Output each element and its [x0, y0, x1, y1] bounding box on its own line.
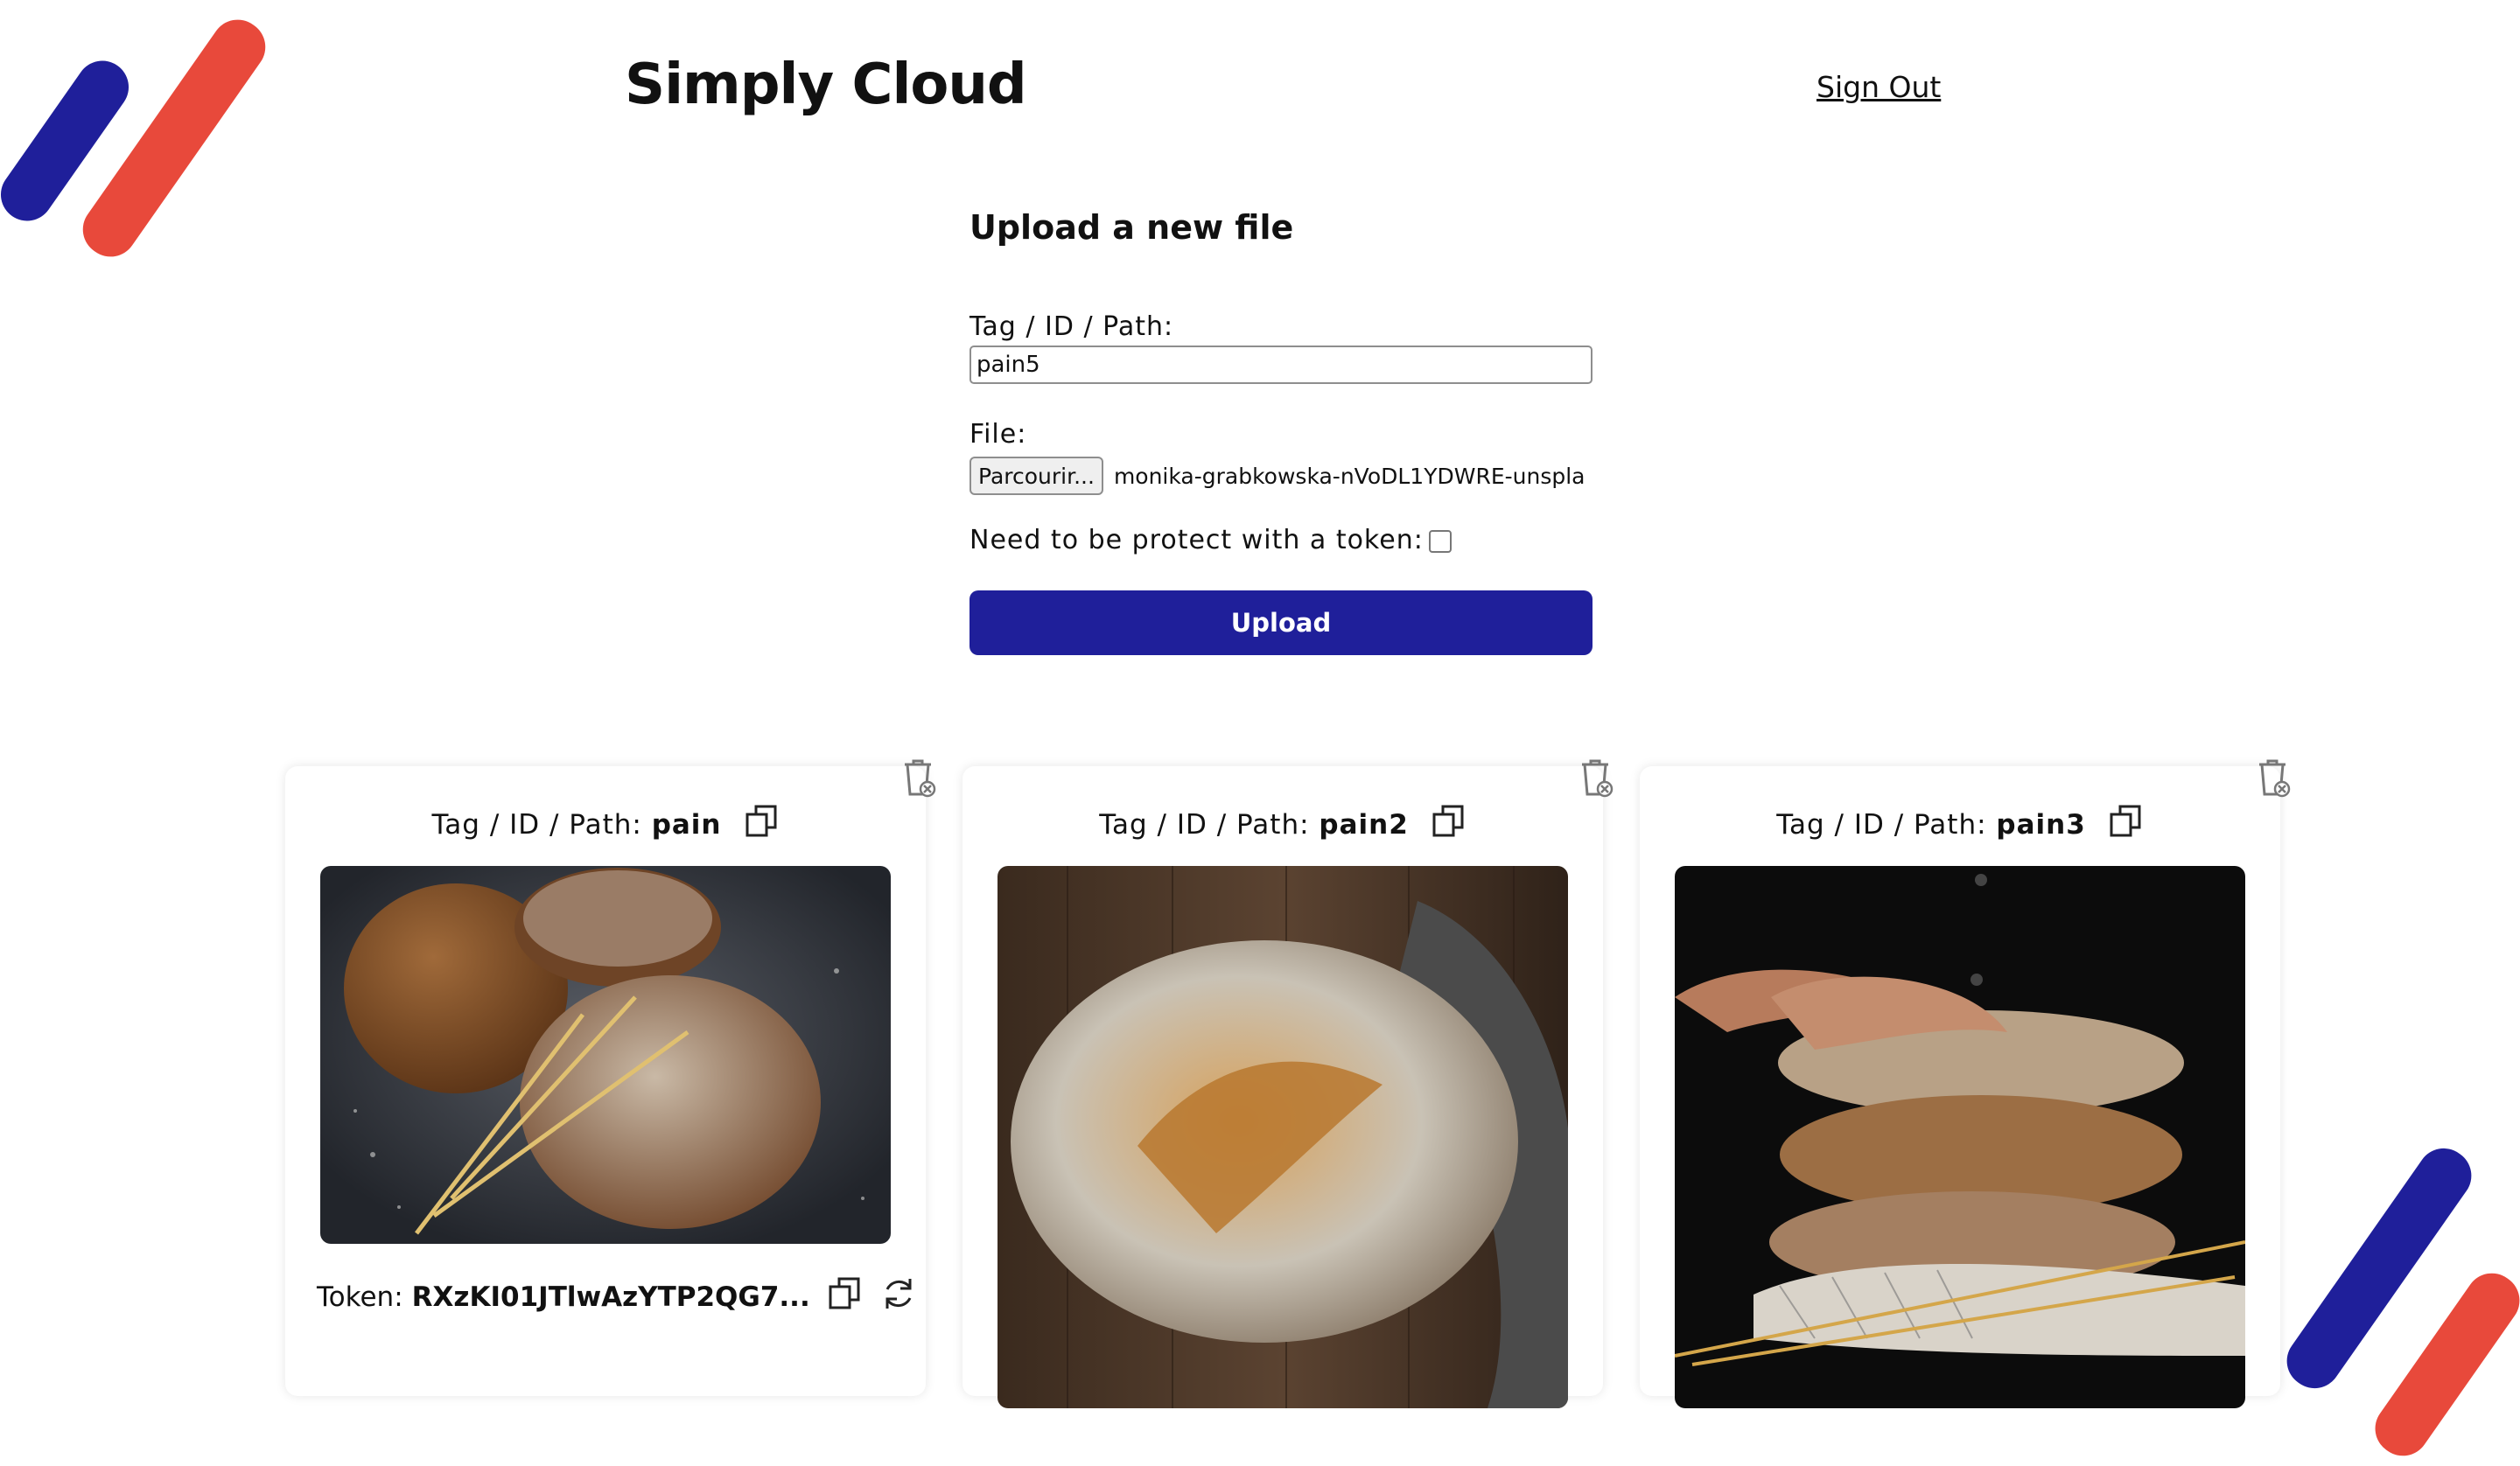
app-title: Simply Cloud [625, 52, 1027, 117]
upload-form: Upload a new file Tag / ID / Path: File:… [970, 208, 1592, 655]
path-input[interactable] [970, 346, 1592, 384]
card-path-value: pain [651, 809, 722, 841]
card-path-value: pain3 [1996, 809, 2086, 841]
file-image [1675, 866, 2245, 1408]
trash-icon[interactable] [2254, 756, 2292, 803]
file-card: Tag / ID / Path: pain3 [1640, 759, 2291, 1408]
trash-icon[interactable] [900, 756, 938, 803]
upload-heading: Upload a new file [970, 208, 1294, 247]
file-card: Tag / ID / Path: pain Token: RXzKI01JTlw… [285, 759, 936, 1396]
upload-button[interactable]: Upload [970, 590, 1592, 655]
copy-icon[interactable] [2109, 803, 2144, 847]
selected-file-name: monika-grabkowska-nVoDL1YDWRE-unspla [1113, 463, 1586, 489]
file-image [998, 866, 1568, 1408]
copy-icon[interactable] [828, 1275, 863, 1319]
card-path-label: Tag / ID / Path: [1099, 809, 1310, 841]
token-value: RXzKI01JTlwAzYTP2QG7... [411, 1281, 810, 1313]
sign-out-link[interactable]: Sign Out [1816, 70, 1941, 104]
card-path-label: Tag / ID / Path: [431, 809, 642, 841]
browse-button[interactable]: Parcourir... [970, 457, 1103, 495]
trash-icon[interactable] [1577, 756, 1615, 803]
path-label: Tag / ID / Path: [970, 311, 1174, 342]
protect-checkbox[interactable] [1428, 529, 1452, 553]
copy-icon[interactable] [745, 803, 780, 847]
copy-icon[interactable] [1432, 803, 1466, 847]
file-label: File: [970, 419, 1027, 450]
card-path-label: Tag / ID / Path: [1776, 809, 1987, 841]
card-path-value: pain2 [1319, 809, 1409, 841]
decor-stripe-red-top [72, 9, 276, 268]
file-image [320, 866, 891, 1244]
token-label: Token: [317, 1281, 403, 1313]
file-card: Tag / ID / Path: pain2 [962, 759, 1614, 1408]
refresh-icon[interactable] [880, 1275, 917, 1319]
protect-label: Need to be protect with a token: [970, 525, 1424, 555]
